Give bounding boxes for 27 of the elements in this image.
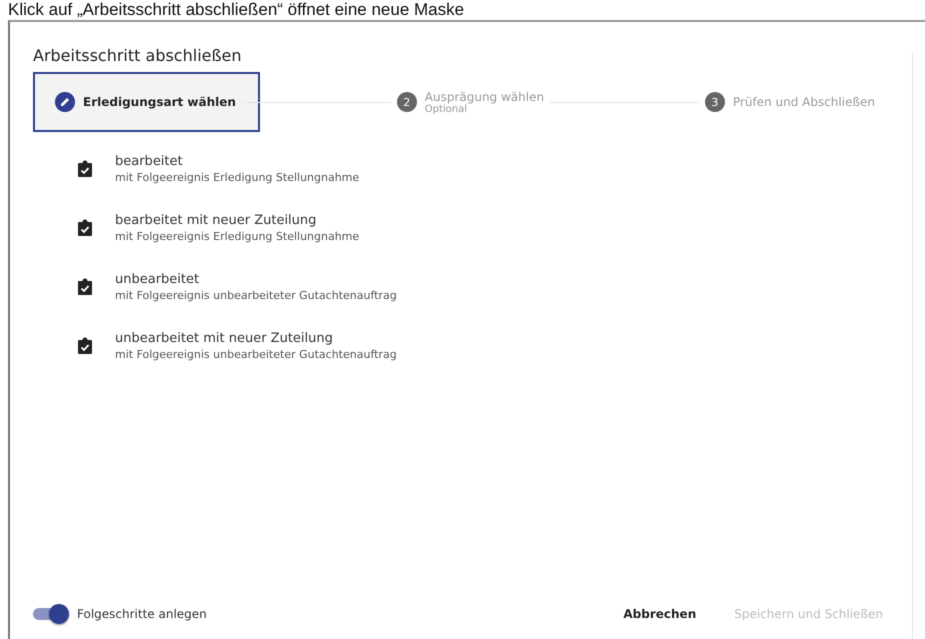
step-tab[interactable]: 3 Prüfen und Abschließen bbox=[680, 72, 900, 132]
step-tab[interactable]: 2 Ausprägung wählen Optional bbox=[372, 72, 568, 132]
cancel-button[interactable]: Abbrechen bbox=[611, 599, 708, 629]
step-number: 2 bbox=[396, 92, 417, 112]
option-title[interactable]: bearbeitet bbox=[115, 154, 360, 169]
option-title[interactable]: unbearbeitet mit neuer Zuteilung bbox=[115, 331, 397, 346]
option-title[interactable]: unbearbeitet bbox=[115, 272, 397, 287]
step-label: Erledigungsart wählen bbox=[83, 95, 236, 109]
option-subtitle: mit Folgeereignis unbearbeiteter Gutachtenauftrag bbox=[115, 348, 397, 361]
step-label: Prüfen und Abschließen bbox=[732, 95, 876, 109]
step-label: Ausprägung wählen bbox=[424, 90, 544, 104]
step-number: 3 bbox=[704, 92, 725, 112]
option-title[interactable]: bearbeitet mit neuer Zuteilung bbox=[115, 213, 360, 228]
clipboard-check-icon bbox=[77, 160, 93, 178]
step-sublabel: Optional bbox=[424, 104, 468, 114]
option-subtitle: mit Folgeereignis Erledigung Stellungnahme bbox=[115, 230, 360, 243]
toggle-label: Folgeschritte anlegen bbox=[77, 607, 207, 621]
clipboard-check-icon bbox=[77, 219, 93, 237]
dialog-title: Arbeitsschritt abschließen bbox=[33, 46, 243, 65]
toggle-switch[interactable] bbox=[33, 604, 69, 624]
caption: Klick auf „Arbeitsschritt abschließen“ öffnet eine neue Maske bbox=[7, 0, 466, 20]
option-subtitle: mit Folgeereignis unbearbeiteter Gutachtenauftrag bbox=[115, 289, 397, 302]
clipboard-check-icon bbox=[77, 337, 93, 355]
clipboard-check-icon bbox=[77, 278, 93, 296]
option-subtitle: mit Folgeereignis Erledigung Stellungnahme bbox=[115, 171, 360, 184]
pencil-icon bbox=[55, 92, 75, 112]
step-tab[interactable]: Erledigungsart wählen bbox=[33, 72, 260, 132]
